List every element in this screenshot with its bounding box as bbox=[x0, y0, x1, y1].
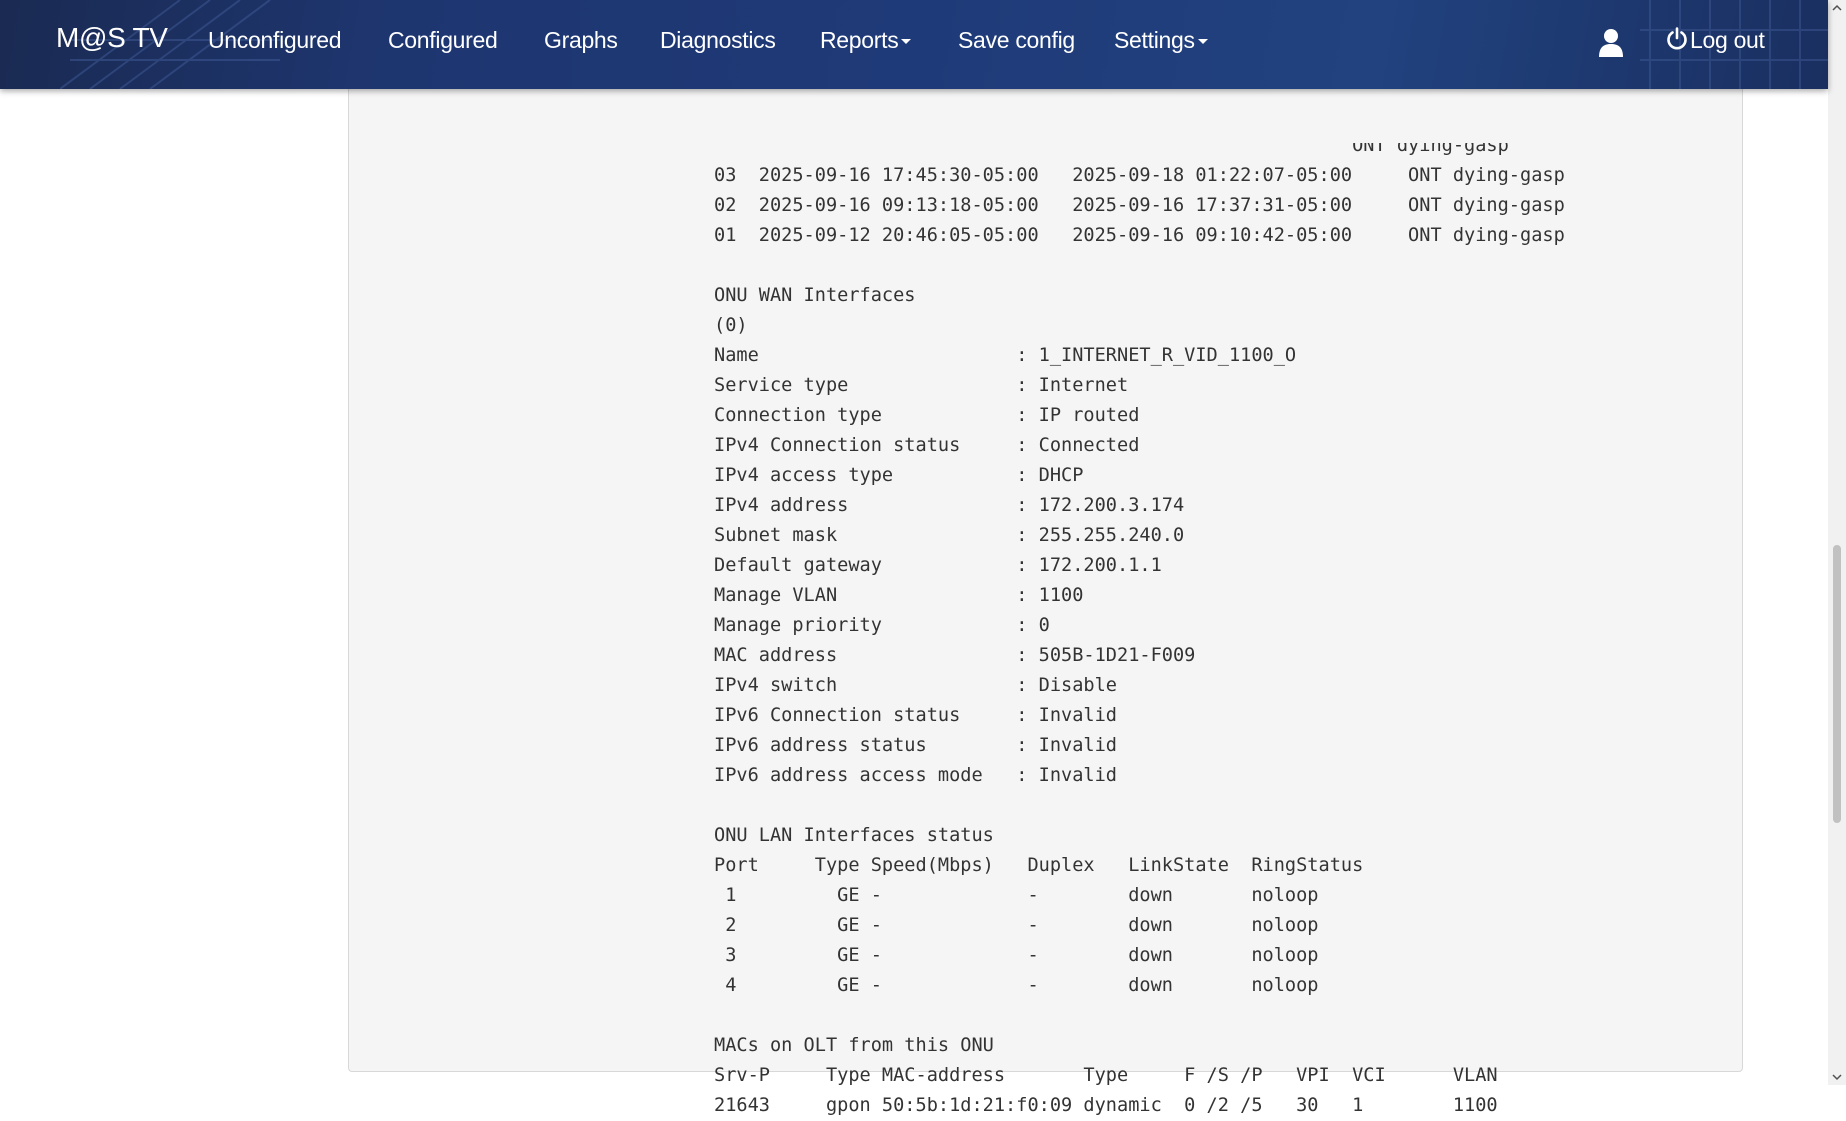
onu-info-output: ONT dying-gasp 03 2025-09-16 17:45:30-05:… bbox=[714, 131, 1565, 1121]
nav-item-settings[interactable]: Settings bbox=[1114, 27, 1208, 54]
chevron-down-icon bbox=[901, 39, 912, 45]
output-line: Port Type Speed(Mbps) Duplex LinkState R… bbox=[714, 855, 1364, 876]
output-line: Name : 1_INTERNET_R_VID_1100_O bbox=[714, 345, 1297, 366]
output-panel: ONT dying-gasp 03 2025-09-16 17:45:30-05:… bbox=[348, 60, 1743, 1116]
scrollbar-thumb[interactable] bbox=[1833, 545, 1841, 823]
output-line: 21643 gpon 50:5b:1d:21:f0:09 dynamic 0 /… bbox=[714, 1095, 1498, 1116]
output-line: MACs on OLT from this ONU bbox=[714, 1035, 994, 1056]
output-line: IPv6 address access mode : Invalid bbox=[714, 765, 1117, 786]
nav-item-reports-label: Reports bbox=[820, 27, 899, 53]
output-line: ONU LAN Interfaces status bbox=[714, 825, 994, 846]
output-line: (0) bbox=[714, 315, 748, 336]
logout-label: Log out bbox=[1690, 27, 1765, 53]
nav-item-unconfigured[interactable]: Unconfigured bbox=[208, 27, 342, 54]
output-line: IPv6 address status : Invalid bbox=[714, 735, 1117, 756]
output-line: Srv-P Type MAC-address Type F /S /P VPI … bbox=[714, 1065, 1498, 1086]
output-line: IPv4 switch : Disable bbox=[714, 675, 1117, 696]
output-line: ONT dying-gasp bbox=[714, 135, 1509, 156]
user-button[interactable] bbox=[1598, 28, 1626, 58]
power-icon bbox=[1667, 27, 1687, 50]
output-line: MAC address : 505B-1D21-F009 bbox=[714, 645, 1196, 666]
output-line: 4 GE - - down noloop bbox=[714, 975, 1319, 996]
output-line: 01 2025-09-12 20:46:05-05:00 2025-09-16 … bbox=[714, 225, 1565, 246]
output-line: ONU WAN Interfaces bbox=[714, 285, 916, 306]
output-line: Default gateway : 172.200.1.1 bbox=[714, 555, 1162, 576]
output-line: Manage VLAN : 1100 bbox=[714, 585, 1084, 606]
vertical-scrollbar[interactable] bbox=[1828, 0, 1846, 1085]
output-line: 03 2025-09-16 17:45:30-05:00 2025-09-18 … bbox=[714, 165, 1565, 186]
nav-item-graphs[interactable]: Graphs bbox=[544, 27, 618, 54]
output-line: Subnet mask : 255.255.240.0 bbox=[714, 525, 1185, 546]
scroll-up-icon[interactable] bbox=[1832, 3, 1842, 13]
user-icon bbox=[1599, 29, 1623, 57]
scroll-down-icon[interactable] bbox=[1832, 1072, 1842, 1082]
logout-button[interactable]: Log out bbox=[1666, 27, 1765, 54]
nav-item-reports[interactable]: Reports bbox=[820, 27, 912, 54]
nav-item-save-config[interactable]: Save config bbox=[958, 27, 1075, 54]
output-line: IPv4 address : 172.200.3.174 bbox=[714, 495, 1185, 516]
output-line: 3 GE - - down noloop bbox=[714, 945, 1319, 966]
nav-item-diagnostics[interactable]: Diagnostics bbox=[660, 27, 776, 54]
output-line: 1 GE - - down noloop bbox=[714, 885, 1319, 906]
output-line: 2 GE - - down noloop bbox=[714, 915, 1319, 936]
brand-link[interactable]: M@S TV bbox=[56, 22, 168, 54]
output-line: 02 2025-09-16 09:13:18-05:00 2025-09-16 … bbox=[714, 195, 1565, 216]
top-navbar: M@S TV Unconfigured Configured Graphs Di… bbox=[0, 0, 1828, 89]
output-line: Manage priority : 0 bbox=[714, 615, 1050, 636]
output-line: IPv6 Connection status : Invalid bbox=[714, 705, 1117, 726]
nav-item-configured[interactable]: Configured bbox=[388, 27, 498, 54]
output-line: IPv4 Connection status : Connected bbox=[714, 435, 1140, 456]
chevron-down-icon bbox=[1197, 39, 1208, 45]
output-line: Service type : Internet bbox=[714, 375, 1129, 396]
output-line: Connection type : IP routed bbox=[714, 405, 1140, 426]
output-line: IPv4 access type : DHCP bbox=[714, 465, 1084, 486]
nav-item-settings-label: Settings bbox=[1114, 27, 1195, 53]
